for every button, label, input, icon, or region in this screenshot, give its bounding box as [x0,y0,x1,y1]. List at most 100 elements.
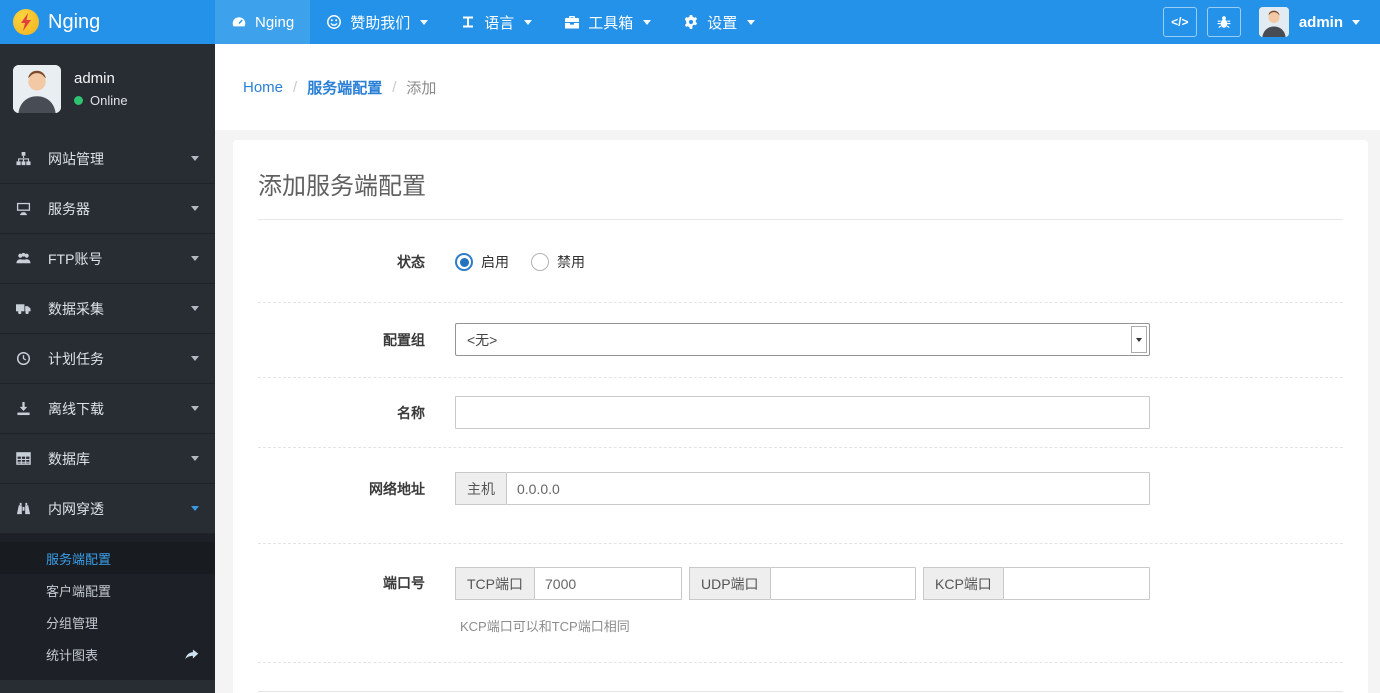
user-menu[interactable]: admin [1299,14,1360,31]
nav-item-label: 赞助我们 [350,14,411,32]
submenu-item-label: 分组管理 [46,615,99,631]
status-label: Online [90,93,128,108]
sidebar: admin Online 网站管理 服务器 FTP账号 数据采集 计划任务 离线… [0,44,215,693]
field-label: 状态 [397,254,425,270]
truck-icon [16,301,36,317]
field-label: 网络地址 [369,480,425,497]
nav-item-language[interactable]: 语言 [444,0,548,44]
sidebar-item-scheduled-tasks[interactable]: 计划任务 [0,334,215,384]
sidebar-item-label: 内网穿透 [48,500,104,517]
submenu-item-server-config[interactable]: 服务端配置 [0,542,215,574]
content-area: 添加服务端配置 状态 启用 禁用 配置组 <无> 名称 网络地址 主机 0.0.… [215,130,1380,693]
sidebar-avatar [13,65,61,113]
section-divider [258,691,1343,692]
nav-item-label: 语言 [484,14,515,32]
submenu-item-label: 服务端配置 [46,551,112,567]
select-value: <无> [467,331,498,348]
user-avatar[interactable] [1258,7,1289,37]
sidebar-item-websites[interactable]: 网站管理 [0,134,215,184]
page-title: 添加服务端配置 [258,173,426,200]
users-icon [16,251,36,267]
brand-logo[interactable]: Nging [0,0,215,44]
sidebar-item-servers[interactable]: 服务器 [0,184,215,234]
nging-logo-icon [13,9,39,35]
sidebar-menu: 网站管理 服务器 FTP账号 数据采集 计划任务 离线下载 数据库 内网穿透 服… [0,134,215,680]
monitor-icon [16,201,36,217]
select-arrow-icon[interactable] [1131,326,1147,353]
kcp-port-input[interactable] [1002,567,1150,600]
radio-disabled[interactable]: 禁用 [531,252,585,272]
sidebar-item-label: 数据采集 [48,300,104,317]
nav-item-nging[interactable]: Nging [215,0,311,44]
sidebar-item-label: 服务器 [48,200,90,217]
ports-help-text: KCP端口可以和TCP端口相同 [460,619,630,634]
radio-label: 启用 [481,254,509,270]
nav-item-toolbox[interactable]: 工具箱 [548,0,667,44]
form-group-ports: 端口号 TCP端口 UDP端口 [258,544,1343,663]
language-icon [463,16,474,28]
brand-name: Nging [48,10,101,33]
sidebar-item-label: FTP账号 [48,250,103,267]
chevron-down-icon [1352,19,1360,25]
breadcrumb-server-config-link[interactable]: 服务端配置 [307,77,382,98]
breadcrumb: Home / 服务端配置 / 添加 [215,44,1380,130]
submenu-item-statistics[interactable]: 统计图表 [0,638,215,670]
toolbox-icon [565,16,580,29]
sidebar-item-database[interactable]: 数据库 [0,434,215,484]
config-group-select[interactable]: <无> [455,323,1150,356]
gear-icon [685,15,698,29]
sidebar-item-label: 网站管理 [48,150,104,167]
table-icon [16,451,36,467]
sidebar-item-data-collect[interactable]: 数据采集 [0,284,215,334]
navbar-right: </> admin [1162,0,1380,44]
sidebar-user-name: admin [74,70,115,87]
debug-button[interactable] [1206,7,1241,37]
sidebar-item-ftp-accounts[interactable]: FTP账号 [0,234,215,284]
clock-icon [16,351,36,367]
form-group-name: 名称 [258,378,1343,448]
host-input[interactable] [506,472,1150,505]
sitemap-icon [16,151,36,167]
online-dot-icon [74,96,83,105]
submenu-item-client-config[interactable]: 客户端配置 [0,574,215,606]
main-nav: Nging 赞助我们 语言 工具箱 设置 [215,0,771,44]
kcp-port-group: KCP端口 [923,567,1150,600]
field-label: 端口号 [383,575,425,591]
radio-enabled[interactable]: 启用 [455,252,509,272]
name-input[interactable] [455,396,1150,429]
radio-label: 禁用 [557,254,585,270]
sidebar-user-status: Online [74,93,128,108]
sidebar-item-offline-download[interactable]: 离线下载 [0,384,215,434]
nav-item-sponsor[interactable]: 赞助我们 [310,0,444,44]
code-icon: </> [1171,15,1189,29]
form-group-status: 状态 启用 禁用 [258,220,1343,303]
sidebar-item-label: 离线下载 [48,400,104,417]
nav-item-label: 设置 [707,14,738,32]
dashboard-icon [232,17,246,27]
submenu-item-group-manage[interactable]: 分组管理 [0,606,215,638]
chevron-down-icon [191,206,199,211]
chevron-down-icon [191,306,199,311]
breadcrumb-separator: / [392,78,397,96]
sidebar-item-intranet-tunnel[interactable]: 内网穿透 [0,484,215,534]
nav-item-settings[interactable]: 设置 [667,0,771,44]
form-card: 添加服务端配置 状态 启用 禁用 配置组 <无> 名称 网络地址 主机 0.0.… [233,140,1368,693]
download-icon [16,401,36,417]
chevron-down-icon [191,156,199,161]
form-group-address: 网络地址 主机 [258,448,1343,544]
chevron-down-icon [420,19,429,25]
code-button[interactable]: </> [1162,7,1197,37]
kcp-port-addon: KCP端口 [923,567,1003,600]
tcp-port-input[interactable] [534,567,682,600]
chevron-down-icon [191,356,199,361]
sidebar-user-panel: admin Online [0,44,215,134]
breadcrumb-separator: / [293,78,298,96]
form-group-config-group: 配置组 <无> [258,303,1343,378]
user-name: admin [1298,13,1343,31]
chevron-down-icon [191,506,199,511]
field-label: 名称 [397,404,425,421]
udp-port-input[interactable] [769,567,916,600]
chevron-down-icon [191,256,199,261]
breadcrumb-home-link[interactable]: Home [243,79,283,96]
nav-item-label: 工具箱 [588,14,634,32]
